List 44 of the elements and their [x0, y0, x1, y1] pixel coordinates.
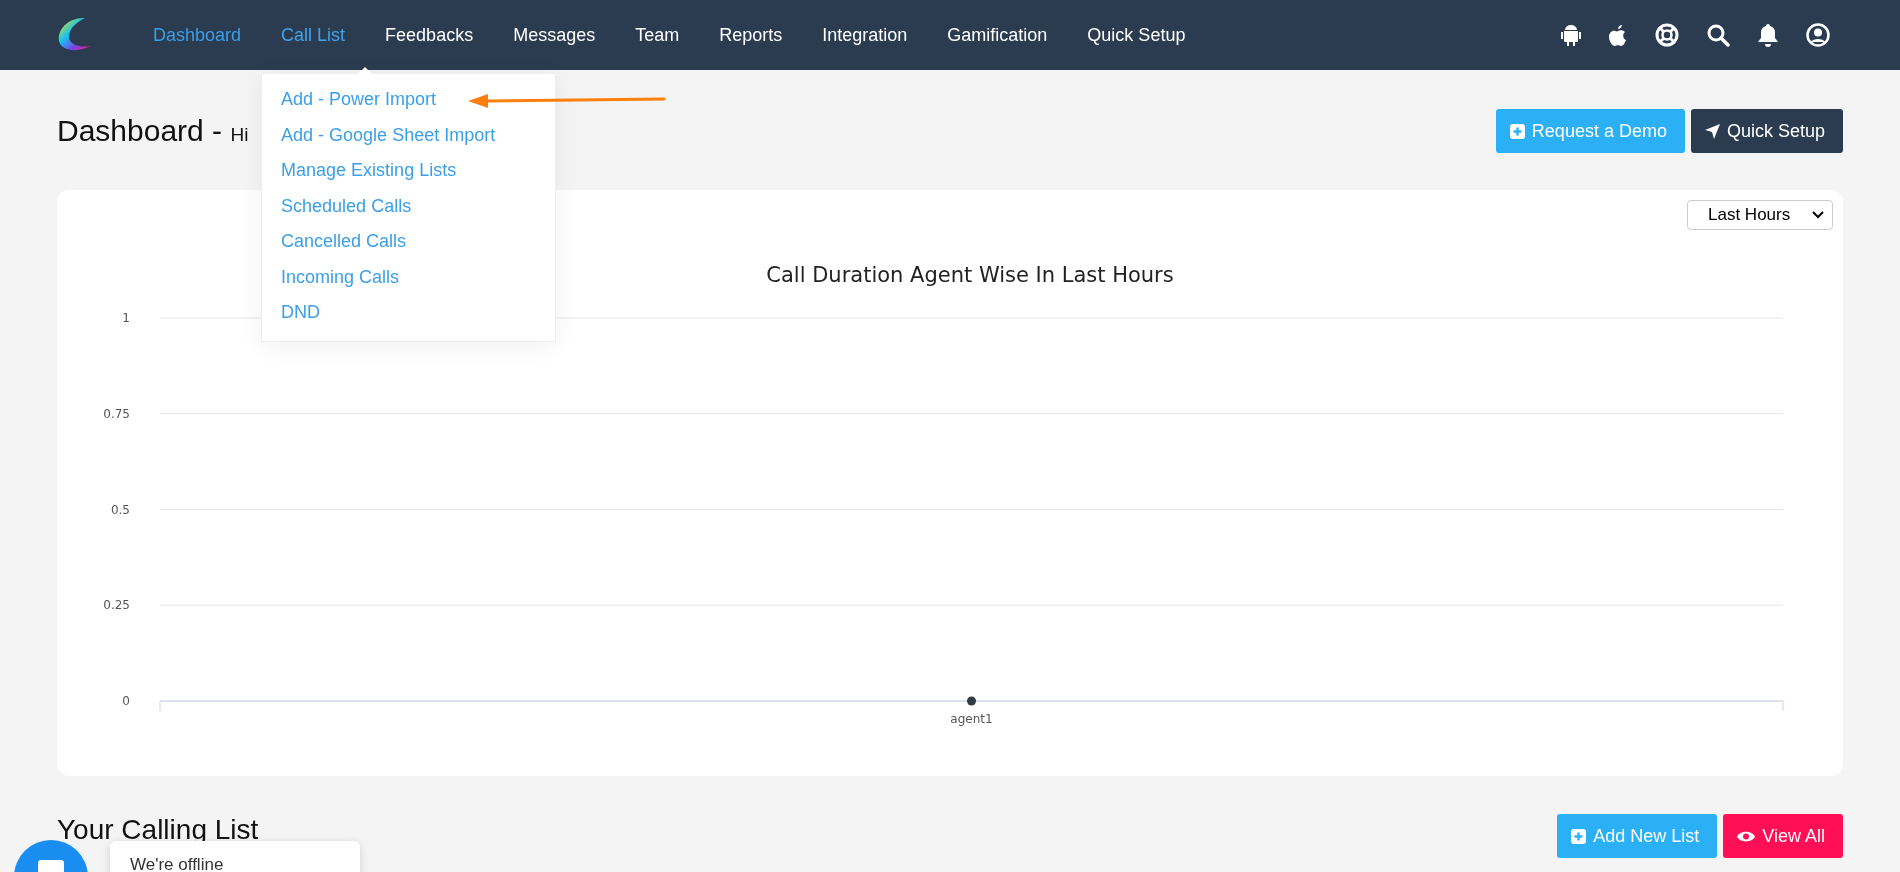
bell-icon[interactable]	[1757, 23, 1779, 47]
nav-link[interactable]: Dashboard	[133, 24, 262, 46]
menu-item[interactable]: Manage Existing Lists	[262, 153, 556, 189]
nav-link[interactable]: Team	[615, 24, 700, 46]
y-axis-label: 0	[122, 694, 130, 708]
apple-icon[interactable]	[1608, 23, 1628, 47]
list-button[interactable]: View All	[1723, 814, 1843, 858]
menu-item[interactable]: Cancelled Calls	[262, 224, 556, 260]
nav-link[interactable]: Integration	[802, 24, 928, 46]
nav-link[interactable]: Reports	[699, 24, 803, 46]
page-title: Dashboard -	[57, 114, 223, 147]
plus-square-icon	[1509, 123, 1525, 139]
nav-link[interactable]: Feedbacks	[365, 24, 494, 46]
nav-link[interactable]: Call List	[261, 24, 366, 46]
menu-item[interactable]: Add - Power Import	[262, 82, 556, 118]
menu-item[interactable]: Scheduled Calls	[262, 188, 556, 224]
y-axis-label: 1	[122, 311, 130, 325]
menu-item[interactable]: DND	[262, 295, 556, 331]
period-dropdown[interactable]: Last Hours	[1687, 200, 1833, 230]
chart-title: Call Duration Agent Wise In Last Hours	[766, 263, 1174, 287]
user-icon[interactable]	[1806, 23, 1830, 47]
menu-item[interactable]: Incoming Calls	[262, 259, 556, 295]
header-button[interactable]: Request a Demo	[1495, 109, 1685, 153]
x-axis-label: agent1	[950, 712, 993, 726]
menu-item[interactable]: Add - Google Sheet Import	[262, 117, 556, 153]
y-axis-label: 0.5	[110, 502, 130, 517]
chevron-down-icon	[1812, 211, 1824, 219]
search-icon[interactable]	[1706, 23, 1730, 47]
nav-link[interactable]: Quick Setup	[1067, 24, 1206, 46]
y-axis-label: 0.25	[103, 598, 130, 613]
eye-icon	[1737, 829, 1756, 843]
data-point	[967, 696, 976, 706]
nav-link[interactable]: Gamification	[927, 24, 1068, 46]
greeting-text: Hi	[230, 124, 249, 145]
y-axis-label: 0.75	[103, 406, 130, 421]
chat-status-text: We're offline	[130, 855, 224, 872]
list-button[interactable]: Add New List	[1557, 814, 1718, 858]
nav-link[interactable]: Messages	[493, 24, 616, 46]
section-title: Your Calling List	[57, 814, 259, 846]
header-button[interactable]: Quick Setup	[1690, 109, 1843, 153]
android-icon[interactable]	[1561, 23, 1581, 47]
help-icon[interactable]	[1655, 23, 1679, 47]
plus-square-icon	[1571, 828, 1587, 844]
location-arrow-icon	[1704, 123, 1720, 139]
